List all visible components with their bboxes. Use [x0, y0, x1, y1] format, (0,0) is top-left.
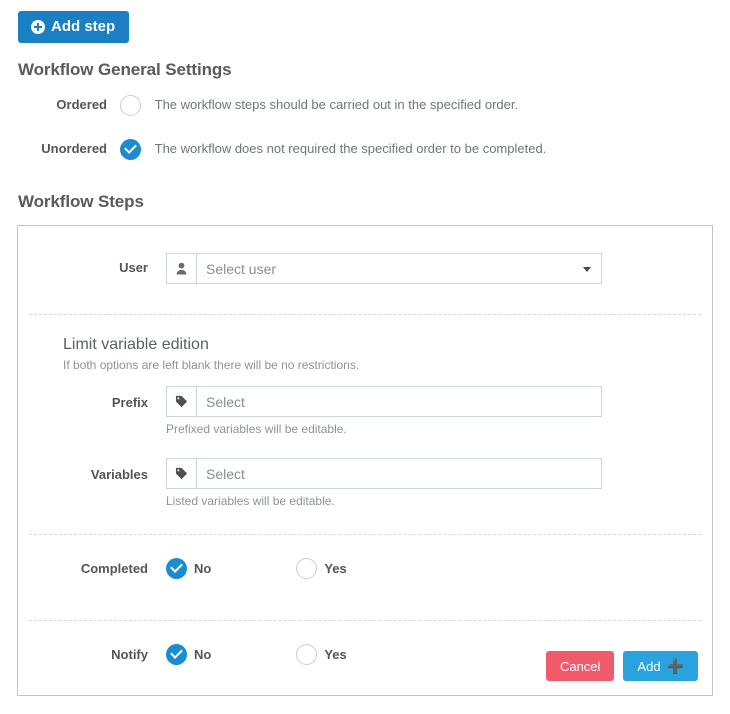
notify-option-no[interactable]: No	[166, 644, 211, 665]
prefix-input-group[interactable]: Select	[166, 386, 602, 417]
plus-circle-icon	[31, 19, 45, 34]
prefix-label: Prefix	[111, 395, 148, 410]
variables-row: Variables Select Listed variables will b…	[18, 458, 712, 508]
limit-variable-section: Limit variable edition If both options a…	[18, 315, 712, 508]
variables-label: Variables	[90, 467, 148, 482]
notify-yes-label: Yes	[324, 647, 347, 662]
limit-subtitle: If both options are left blank there wil…	[63, 358, 360, 372]
general-settings-row-unordered: Unordered The workflow does not required…	[0, 138, 730, 168]
add-step-label: Add step	[51, 18, 116, 35]
completed-yes-label: Yes	[324, 561, 347, 576]
completed-option-no[interactable]: No	[166, 558, 211, 579]
prefix-value: Select	[206, 393, 245, 410]
user-select[interactable]: Select user	[196, 253, 602, 284]
limit-title: Limit variable edition	[63, 336, 209, 353]
step-panel: User Select user Limit variable edition …	[17, 225, 713, 696]
user-select-group[interactable]: Select user	[166, 253, 602, 284]
user-icon	[166, 253, 196, 284]
prefix-row: Prefix Select Prefixed variables will be…	[18, 386, 712, 436]
completed-row: Completed No Yes	[18, 535, 712, 590]
notify-option-yes[interactable]: Yes	[296, 644, 347, 665]
radio-notify-yes[interactable]	[296, 644, 318, 665]
user-row: User Select user	[18, 226, 712, 284]
cancel-button-label: Cancel	[559, 658, 601, 674]
variables-input-group[interactable]: Select	[166, 458, 602, 489]
general-settings-row-ordered: Ordered The workflow steps should be car…	[0, 94, 730, 124]
ordered-label: Ordered	[56, 97, 107, 112]
toolbar: Add step	[0, 0, 730, 43]
unordered-description: The workflow does not required the speci…	[154, 141, 547, 156]
user-label: User	[119, 260, 148, 275]
cancel-button[interactable]: Cancel	[545, 651, 615, 681]
general-settings-rows: Ordered The workflow steps should be car…	[0, 94, 730, 168]
chevron-down-icon	[583, 266, 591, 272]
radio-ordered[interactable]	[120, 95, 141, 117]
completed-no-label: No	[194, 561, 212, 576]
notify-no-label: No	[194, 647, 212, 662]
general-settings-title: Workflow General Settings	[18, 60, 232, 79]
radio-notify-no[interactable]	[166, 644, 187, 665]
completed-option-yes[interactable]: Yes	[296, 558, 347, 579]
tag-icon	[166, 458, 196, 489]
radio-completed-no[interactable]	[166, 558, 187, 579]
prefix-input[interactable]: Select	[196, 386, 602, 417]
prefix-help: Prefixed variables will be editable.	[166, 422, 347, 436]
workflow-steps-title: Workflow Steps	[18, 192, 144, 211]
completed-label: Completed	[80, 561, 148, 576]
user-select-value: Select user	[206, 260, 277, 277]
ordered-description: The workflow steps should be carried out…	[154, 97, 519, 112]
add-step-button[interactable]: Add step	[18, 11, 130, 43]
radio-completed-yes[interactable]	[296, 558, 318, 579]
variables-value: Select	[206, 465, 245, 482]
variables-input[interactable]: Select	[196, 458, 602, 489]
variables-help: Listed variables will be editable.	[166, 494, 335, 508]
tag-icon	[166, 386, 196, 417]
notify-label: Notify	[111, 647, 148, 662]
panel-footer: Cancel Add ➕	[545, 651, 698, 681]
unordered-label: Unordered	[41, 141, 107, 156]
plus-icon: ➕	[666, 658, 684, 674]
add-button-label: Add	[637, 658, 661, 674]
add-button[interactable]: Add ➕	[623, 651, 698, 681]
radio-unordered[interactable]	[120, 139, 141, 161]
